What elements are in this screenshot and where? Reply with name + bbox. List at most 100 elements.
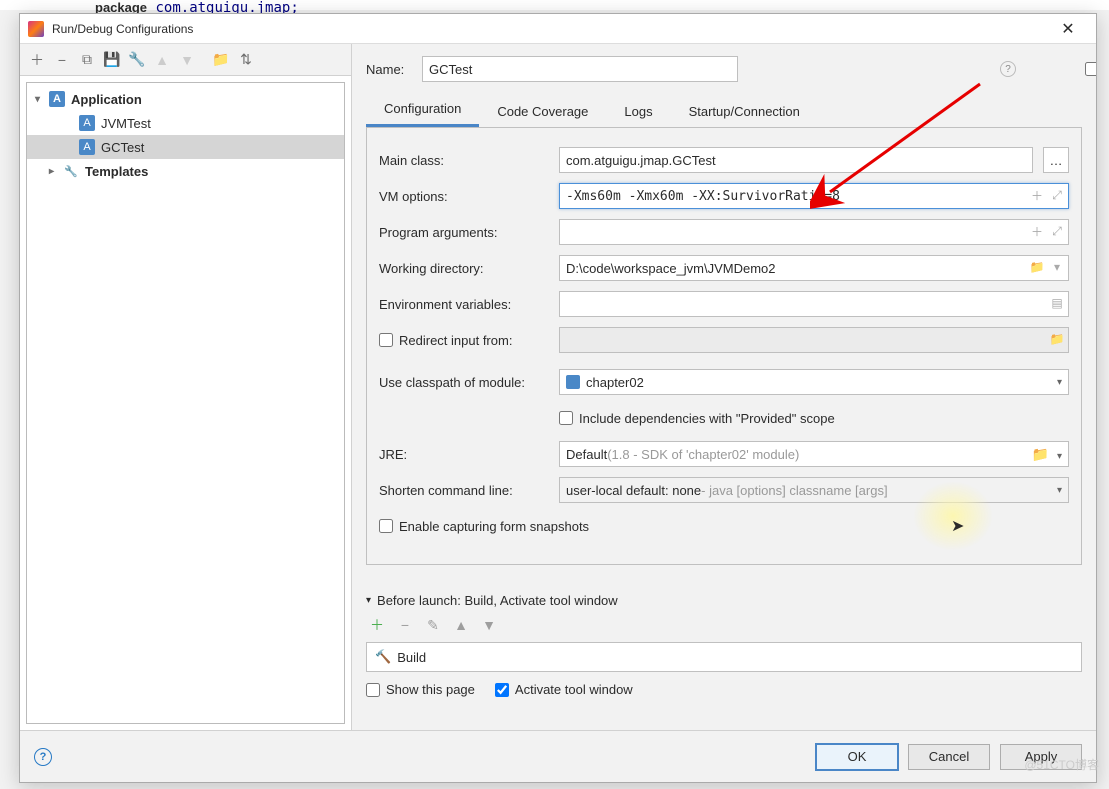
expand-icon[interactable]: ⤢ [1049, 187, 1065, 203]
folder-icon: 📁 [1049, 331, 1065, 347]
before-launch-header[interactable]: ▾ Before launch: Build, Activate tool wi… [366, 593, 1082, 608]
tree-node-gctest[interactable]: A GCTest [27, 135, 344, 159]
tabs: Configuration Code Coverage Logs Startup… [366, 94, 1082, 128]
name-label: Name: [366, 62, 410, 77]
classpath-combobox[interactable]: chapter02 ▾ [559, 369, 1069, 395]
vm-options-input[interactable] [559, 183, 1069, 209]
ok-button[interactable]: OK [816, 744, 898, 770]
folder-icon[interactable]: 📁 [210, 49, 232, 71]
add-icon[interactable]: ＋ [26, 49, 48, 71]
tree-label: JVMTest [101, 116, 151, 131]
tab-logs[interactable]: Logs [606, 96, 670, 127]
config-panel: Main class: … VM options: ＋⤢ Program arg… [366, 128, 1082, 565]
enable-capturing-checkbox[interactable]: Enable capturing form snapshots [379, 519, 589, 534]
add-icon[interactable]: ＋ [366, 614, 388, 636]
classpath-label: Use classpath of module: [379, 375, 549, 390]
program-args-input[interactable] [559, 219, 1069, 245]
shorten-label: Shorten command line: [379, 483, 549, 498]
wrench-icon[interactable]: 🔧 [126, 49, 148, 71]
hammer-icon: 🔨 [375, 649, 391, 665]
tab-configuration[interactable]: Configuration [366, 93, 479, 127]
right-panel: Name: Share through VCS ? Allow parallel… [352, 44, 1096, 730]
intellij-icon [28, 21, 44, 37]
tab-startup-connection[interactable]: Startup/Connection [671, 96, 818, 127]
folder-icon[interactable]: 📁 [1029, 259, 1045, 275]
copy-icon[interactable]: ⧉ [76, 49, 98, 71]
chevron-down-icon: ▾ [35, 94, 49, 105]
left-panel: ＋ − ⧉ 💾 🔧 ▲ ▼ 📁 ⇅ ▾ A Application A [20, 44, 352, 730]
tree-label: Templates [85, 164, 148, 179]
config-tree[interactable]: ▾ A Application A JVMTest A GCTest ▸ 🔧 T… [26, 82, 345, 724]
tree-node-application[interactable]: ▾ A Application [27, 87, 344, 111]
combobox-hint: - java [options] classname [args] [701, 483, 887, 498]
chevron-down-icon[interactable]: ▾ [1049, 259, 1065, 275]
chevron-down-icon: 📁▾ [1032, 446, 1062, 463]
close-icon[interactable]: ✕ [1048, 15, 1088, 43]
working-dir-label: Working directory: [379, 261, 549, 276]
remove-icon[interactable]: − [51, 49, 73, 71]
show-page-checkbox[interactable]: Show this page [366, 682, 475, 697]
tab-code-coverage[interactable]: Code Coverage [479, 96, 606, 127]
env-vars-label: Environment variables: [379, 297, 549, 312]
help-icon[interactable]: ? [34, 748, 52, 766]
before-launch-section: ▾ Before launch: Build, Activate tool wi… [366, 593, 1082, 697]
up-icon[interactable]: ▲ [450, 614, 472, 636]
sort-icon[interactable]: ⇅ [235, 49, 257, 71]
cancel-button[interactable]: Cancel [908, 744, 990, 770]
application-icon: A [49, 91, 65, 107]
checkbox-label: Show this page [386, 682, 475, 697]
main-class-label: Main class: [379, 153, 549, 168]
working-dir-input[interactable] [559, 255, 1069, 281]
add-icon[interactable]: ＋ [1029, 187, 1045, 203]
up-icon[interactable]: ▲ [151, 49, 173, 71]
allow-parallel-checkbox[interactable]: Allow parallel run [1038, 47, 1082, 92]
add-icon[interactable]: ＋ [1029, 223, 1045, 239]
titlebar: Run/Debug Configurations ✕ [20, 14, 1096, 44]
section-title: Before launch: Build, Activate tool wind… [377, 593, 618, 608]
name-row: Name: Share through VCS ? Allow parallel… [366, 44, 1082, 94]
program-args-label: Program arguments: [379, 225, 549, 240]
main-class-input[interactable] [559, 147, 1033, 173]
chevron-down-icon: ▾ [366, 595, 371, 606]
chevron-down-icon: ▾ [1057, 377, 1062, 388]
combobox-value: user-local default: none [566, 483, 701, 498]
module-icon [566, 375, 580, 389]
env-vars-input[interactable] [559, 291, 1069, 317]
application-icon: A [79, 115, 95, 131]
before-launch-list[interactable]: 🔨 Build [366, 642, 1082, 672]
chevron-right-icon: ▸ [49, 166, 63, 177]
name-input[interactable] [422, 56, 738, 82]
jre-combobox[interactable]: Default (1.8 - SDK of 'chapter02' module… [559, 441, 1069, 467]
expand-icon[interactable]: ⤢ [1049, 223, 1065, 239]
run-debug-dialog: Run/Debug Configurations ✕ ＋ − ⧉ 💾 🔧 ▲ ▼… [19, 13, 1097, 783]
list-item: Build [397, 650, 426, 665]
checkbox-label: Activate tool window [515, 682, 633, 697]
remove-icon[interactable]: − [394, 614, 416, 636]
shorten-combobox[interactable]: user-local default: none - java [options… [559, 477, 1069, 503]
down-icon[interactable]: ▼ [478, 614, 500, 636]
watermark: @51CTO博客 [1024, 756, 1099, 773]
combobox-value: Default [566, 447, 607, 462]
tree-node-templates[interactable]: ▸ 🔧 Templates [27, 159, 344, 183]
browse-main-class-button[interactable]: … [1043, 147, 1069, 173]
tree-label: GCTest [101, 140, 144, 155]
wrench-icon: 🔧 [63, 163, 79, 179]
edit-icon[interactable]: ✎ [422, 614, 444, 636]
activate-window-checkbox[interactable]: Activate tool window [495, 682, 633, 697]
checkbox-label: Redirect input from: [399, 333, 512, 348]
chevron-down-icon: ▾ [1057, 485, 1062, 496]
checkbox-label: Enable capturing form snapshots [399, 519, 589, 534]
save-icon[interactable]: 💾 [101, 49, 123, 71]
down-icon[interactable]: ▼ [176, 49, 198, 71]
list-icon[interactable]: ▤ [1049, 295, 1065, 311]
tree-node-jvmtest[interactable]: A JVMTest [27, 111, 344, 135]
editor-background: package package com.atguigu.jmap;com.atg… [0, 0, 1109, 10]
share-vcs-checkbox[interactable]: Share through VCS [934, 47, 978, 92]
include-provided-checkbox[interactable]: Include dependencies with "Provided" sco… [559, 411, 1069, 426]
help-icon[interactable]: ? [1000, 61, 1016, 77]
redirect-input-field [559, 327, 1069, 353]
dialog-title: Run/Debug Configurations [52, 22, 1048, 36]
combobox-hint: (1.8 - SDK of 'chapter02' module) [607, 447, 799, 462]
redirect-input-checkbox[interactable]: Redirect input from: [379, 333, 549, 348]
config-toolbar: ＋ − ⧉ 💾 🔧 ▲ ▼ 📁 ⇅ [20, 44, 351, 76]
